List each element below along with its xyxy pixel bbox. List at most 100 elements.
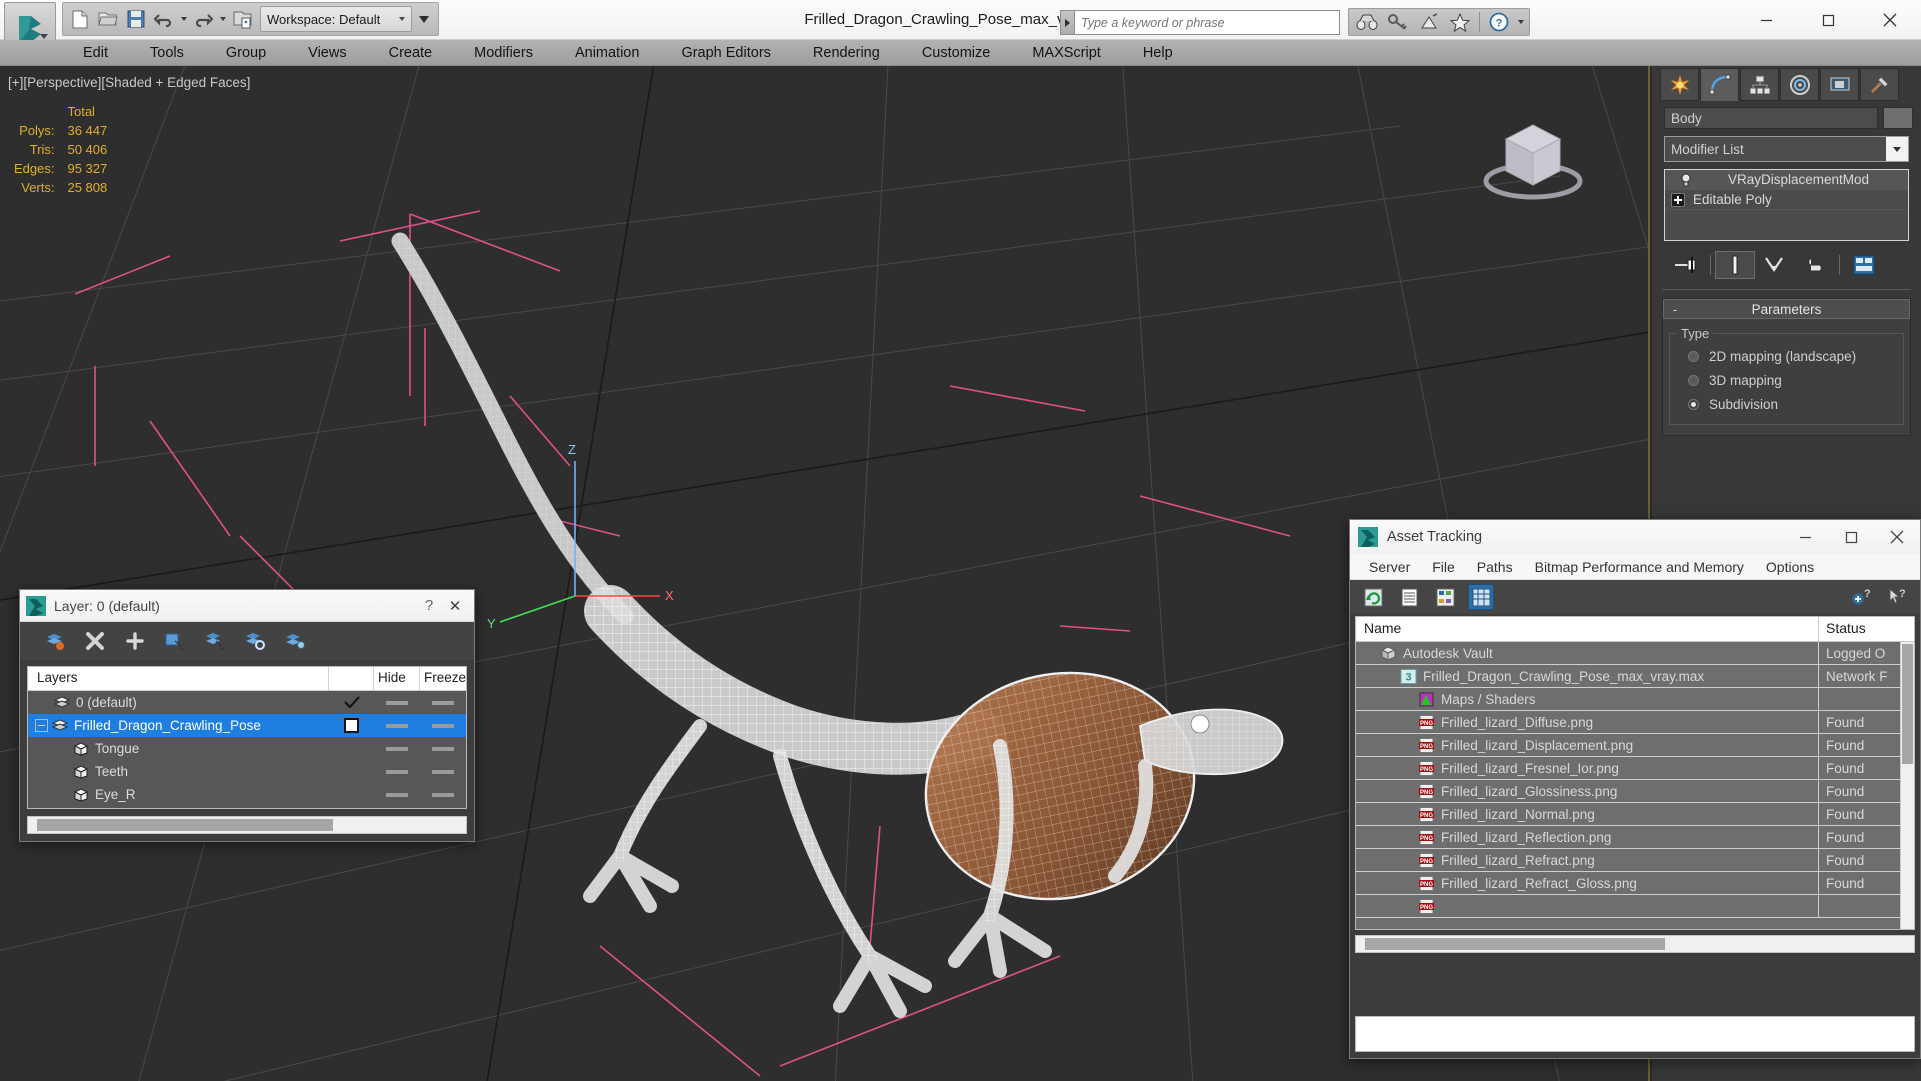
- layer-select-checkmark[interactable]: [329, 696, 374, 709]
- radio-3d-mapping[interactable]: 3D mapping: [1678, 368, 1895, 392]
- asset-horizontal-scrollbar[interactable]: [1355, 935, 1915, 953]
- table-row[interactable]: Eye_R: [28, 783, 466, 806]
- hide-toggle[interactable]: [374, 792, 420, 797]
- expand-collapse-icon[interactable]: [35, 719, 48, 732]
- menu-group[interactable]: Group: [205, 40, 287, 66]
- save-file-button[interactable]: [123, 5, 149, 33]
- open-file-button[interactable]: [95, 5, 121, 33]
- new-file-button[interactable]: [67, 5, 93, 33]
- modifier-stack[interactable]: VRayDisplacementMod Editable Poly: [1664, 169, 1909, 241]
- parameters-rollout[interactable]: - Parameters Type 2D mapping (landscape)…: [1662, 298, 1911, 436]
- table-row[interactable]: PNG Frilled_lizard_Diffuse.png Found: [1356, 711, 1914, 734]
- tab-modify[interactable]: [1700, 68, 1739, 101]
- freeze-toggle[interactable]: [420, 700, 466, 705]
- menu-graph-editors[interactable]: Graph Editors: [660, 40, 791, 66]
- table-row[interactable]: 3 Frilled_Dragon_Crawling_Pose_max_vray.…: [1356, 665, 1914, 688]
- menu-tools[interactable]: Tools: [129, 40, 205, 66]
- table-row[interactable]: Maps / Shaders: [1356, 688, 1914, 711]
- highlight-selected-objects-icon[interactable]: [244, 630, 266, 652]
- remove-modifier-icon[interactable]: [1795, 251, 1835, 279]
- asset-tracking-dialog[interactable]: Asset Tracking Server File Paths Bitmap …: [1349, 519, 1921, 1059]
- binoculars-icon[interactable]: [1353, 10, 1381, 34]
- table-row[interactable]: 0 (default): [28, 691, 466, 714]
- menu-help[interactable]: Help: [1122, 40, 1194, 66]
- tab-display[interactable]: [1820, 68, 1859, 101]
- table-row[interactable]: PNG Frilled_lizard_Refract.png Found: [1356, 849, 1914, 872]
- asset-grid-body[interactable]: Autodesk Vault Logged O 3 Frilled_Dragon…: [1356, 642, 1914, 929]
- search-input[interactable]: [1074, 10, 1340, 35]
- asset-close-button[interactable]: [1874, 520, 1920, 554]
- favorites-star-icon[interactable]: [1446, 10, 1474, 34]
- viewport-label[interactable]: [+][Perspective][Shaded + Edged Faces]: [8, 75, 250, 90]
- modifier-stack-item[interactable]: VRayDisplacementMod: [1665, 170, 1908, 190]
- delete-layer-icon[interactable]: [84, 630, 106, 652]
- select-highlighted-layers-icon[interactable]: [204, 630, 226, 652]
- make-unique-icon[interactable]: [1755, 251, 1795, 279]
- help-dropdown-icon[interactable]: [1516, 8, 1525, 36]
- modifier-stack-item[interactable]: Editable Poly: [1665, 190, 1908, 210]
- tab-hierarchy[interactable]: [1740, 68, 1779, 101]
- project-folder-button[interactable]: [229, 5, 255, 33]
- menu-views[interactable]: Views: [287, 40, 367, 66]
- object-color-swatch[interactable]: [1883, 107, 1913, 129]
- asset-menu-bitmap-performance[interactable]: Bitmap Performance and Memory: [1524, 554, 1755, 580]
- scrollbar-thumb[interactable]: [1902, 644, 1913, 764]
- layer-dialog-titlebar[interactable]: Layer: 0 (default) ? ✕: [20, 590, 474, 622]
- help-icon[interactable]: ?: [1485, 10, 1513, 34]
- scrollbar-thumb[interactable]: [37, 819, 333, 831]
- cursor-help-icon[interactable]: ?: [1884, 584, 1910, 610]
- asset-menu-file[interactable]: File: [1421, 554, 1466, 580]
- rollout-collapse-toggle[interactable]: -: [1664, 302, 1686, 317]
- add-layer-icon[interactable]: [124, 630, 146, 652]
- search-caret-icon[interactable]: [1060, 10, 1074, 35]
- parameters-rollout-header[interactable]: - Parameters: [1663, 299, 1910, 319]
- add-help-icon[interactable]: ?: [1848, 584, 1874, 610]
- table-row[interactable]: PNG Frilled_lizard_Glossiness.png Found: [1356, 780, 1914, 803]
- search-box[interactable]: [1060, 10, 1340, 35]
- freeze-toggle[interactable]: [420, 723, 466, 728]
- object-name-input[interactable]: [1664, 107, 1878, 129]
- layer-dialog[interactable]: Layer: 0 (default) ? ✕ Layers Hide Freez…: [19, 589, 475, 842]
- redo-button[interactable]: [190, 5, 216, 33]
- key-icon[interactable]: [1384, 10, 1412, 34]
- asset-menu-options[interactable]: Options: [1755, 554, 1825, 580]
- layer-list[interactable]: Layers Hide Freeze 0 (default) Frilled_D…: [27, 666, 467, 809]
- show-end-result-icon[interactable]: [1715, 251, 1755, 279]
- layer-list-body[interactable]: 0 (default) Frilled_Dragon_Crawling_Pose: [28, 691, 466, 808]
- hide-toggle[interactable]: [374, 769, 420, 774]
- table-row[interactable]: Frilled_Dragon_Crawling_Pose: [28, 714, 466, 737]
- dependency-view-icon[interactable]: [1432, 584, 1458, 610]
- table-row[interactable]: PNG Frilled_lizard_Normal.png Found: [1356, 803, 1914, 826]
- refresh-icon[interactable]: [1360, 584, 1386, 610]
- radio-2d-mapping[interactable]: 2D mapping (landscape): [1678, 344, 1895, 368]
- hide-toggle[interactable]: [374, 746, 420, 751]
- layer-dialog-help-button[interactable]: ?: [416, 597, 442, 614]
- table-row[interactable]: PNG Frilled_lizard_Reflection.png Found: [1356, 826, 1914, 849]
- asset-minimize-button[interactable]: [1782, 520, 1828, 554]
- hide-toggle[interactable]: [374, 723, 420, 728]
- chevron-down-icon[interactable]: [1886, 137, 1908, 161]
- workspace-dropdown-button[interactable]: [414, 5, 434, 33]
- undo-dropdown-icon[interactable]: [179, 5, 188, 33]
- freeze-toggle[interactable]: [420, 746, 466, 751]
- table-row[interactable]: PNG: [1356, 895, 1914, 918]
- table-row[interactable]: Teeth: [28, 760, 466, 783]
- asset-grid[interactable]: Name Status Autodesk Vault Logged O 3 Fr…: [1355, 616, 1915, 930]
- tab-utilities[interactable]: [1860, 68, 1899, 101]
- scrollbar-thumb[interactable]: [1365, 938, 1665, 950]
- logo-dropdown-caret-icon[interactable]: [40, 34, 48, 39]
- list-view-icon[interactable]: [1396, 584, 1422, 610]
- table-row[interactable]: PNG Frilled_lizard_Displacement.png Foun…: [1356, 734, 1914, 757]
- radio-subdivision[interactable]: Subdivision: [1678, 392, 1895, 416]
- select-objects-in-layer-icon[interactable]: [164, 630, 186, 652]
- create-new-layer-icon[interactable]: [44, 630, 66, 652]
- hide-toggle[interactable]: [374, 700, 420, 705]
- configure-modifier-sets-icon[interactable]: [1844, 251, 1884, 279]
- workspace-selector[interactable]: Workspace: Default: [260, 6, 412, 32]
- menu-edit[interactable]: Edit: [62, 40, 129, 66]
- table-row[interactable]: Autodesk Vault Logged O: [1356, 642, 1914, 665]
- maximize-button[interactable]: [1797, 0, 1859, 40]
- menu-rendering[interactable]: Rendering: [792, 40, 901, 66]
- table-row[interactable]: Tongue: [28, 737, 466, 760]
- asset-menu-server[interactable]: Server: [1358, 554, 1421, 580]
